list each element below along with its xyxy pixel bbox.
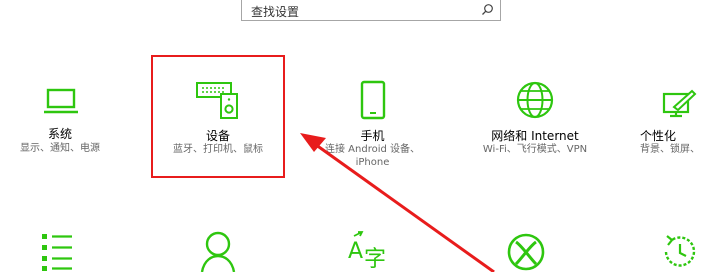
annotation-arrow xyxy=(300,133,495,272)
